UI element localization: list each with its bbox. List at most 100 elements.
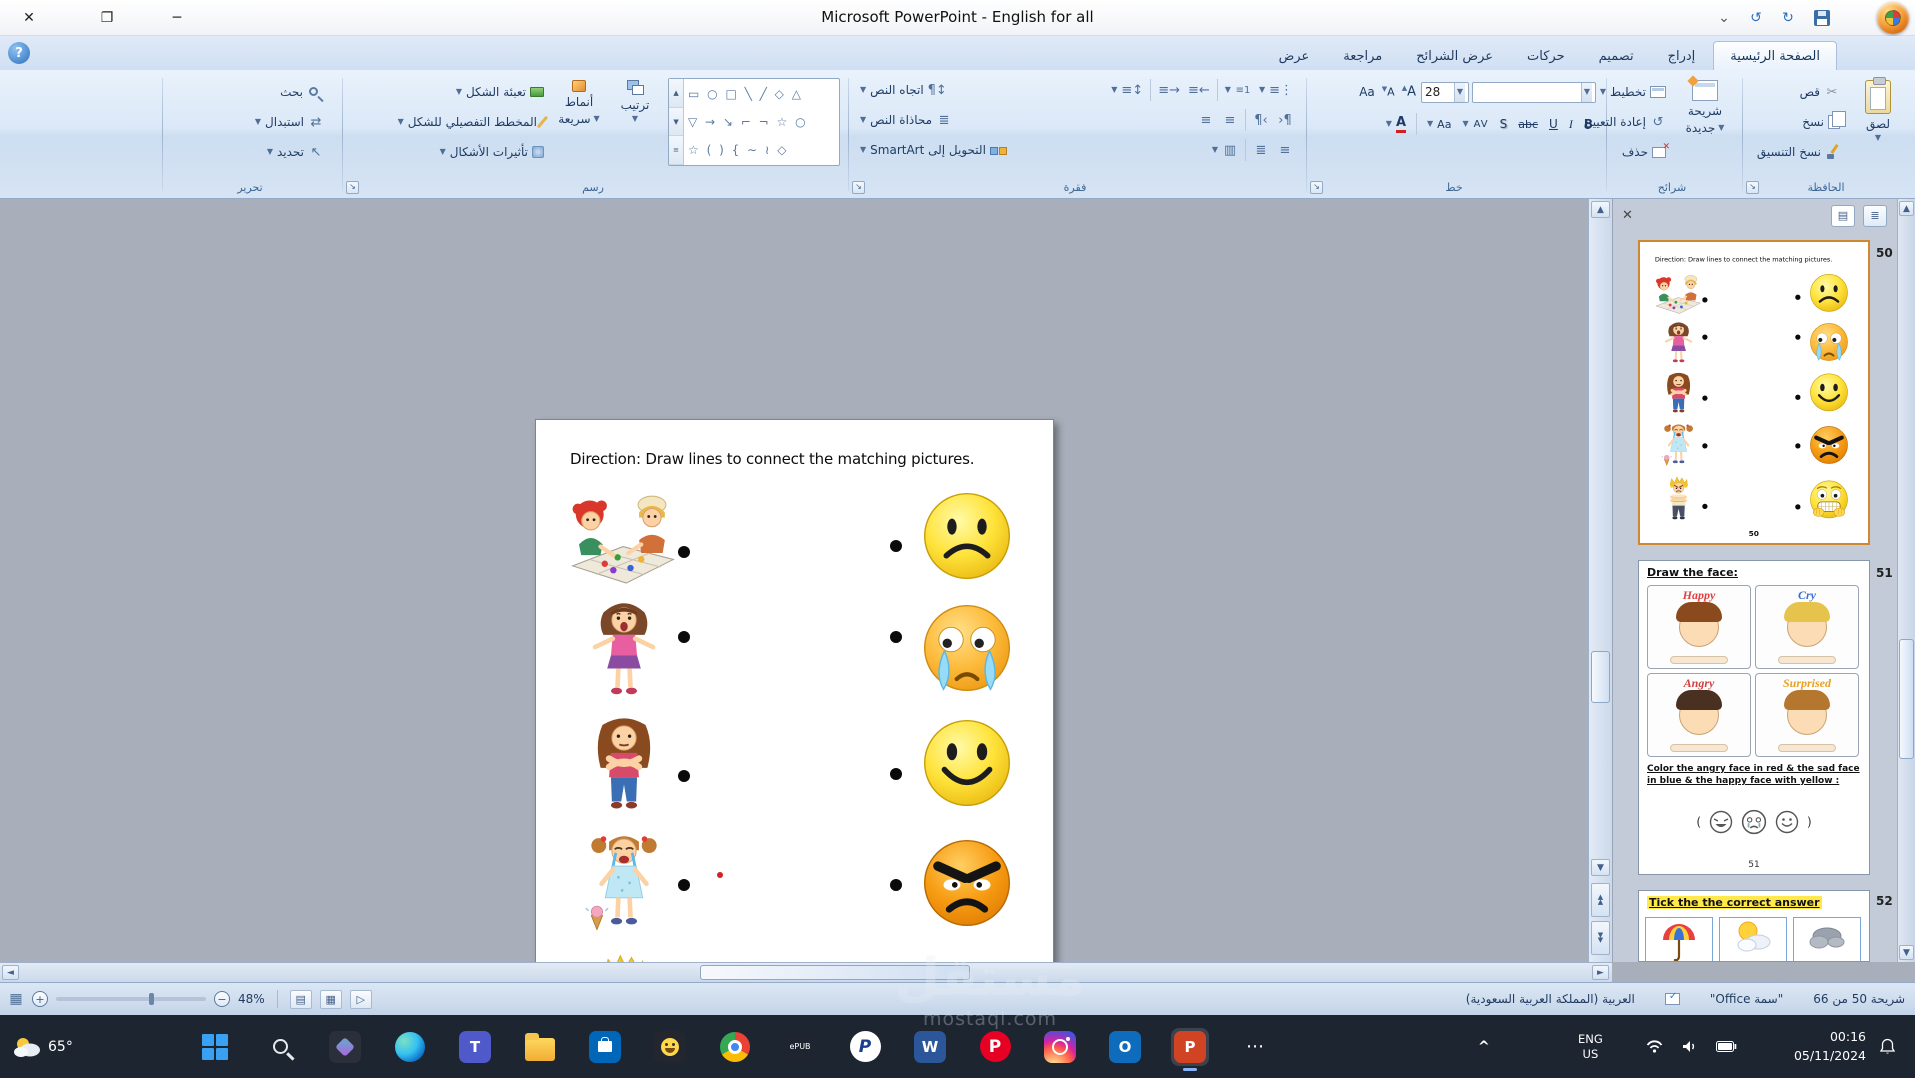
match-dot-right-3[interactable] <box>890 768 902 780</box>
tab-insert[interactable]: إدراج <box>1652 42 1712 70</box>
layout-button[interactable]: تخطيط ▼ <box>1596 80 1670 104</box>
text-direction-button[interactable]: ↕¶ اتجاه النص ▼ <box>856 78 951 102</box>
microsoft-store-icon[interactable] <box>586 1028 624 1066</box>
match-dot-right-2[interactable] <box>890 631 902 643</box>
text-shadow-button[interactable]: S <box>1497 112 1511 136</box>
tab-design[interactable]: تصميم <box>1583 42 1650 70</box>
pane-scrollbar[interactable]: ▲ ▼ <box>1897 199 1915 962</box>
redo-icon[interactable]: ↻ <box>1775 7 1801 29</box>
change-case-button[interactable]: Aa ▼ <box>1424 112 1454 136</box>
battery-icon[interactable] <box>1716 1015 1737 1078</box>
paypal-app-icon[interactable]: P <box>846 1028 884 1066</box>
match-dot-left-3[interactable] <box>678 770 690 782</box>
font-size-combo[interactable]: 28 ▼ <box>1421 81 1469 103</box>
slideshow-view-button[interactable]: ▷ <box>349 989 372 1009</box>
word-icon[interactable]: W <box>911 1028 949 1066</box>
grid-icon[interactable]: ▦ <box>8 991 24 1007</box>
thumbnail-slide-51[interactable]: Draw the face: Happy Cry Angry Surprised <box>1638 560 1870 875</box>
image-crying-face-emoji[interactable] <box>920 601 1014 695</box>
quick-access-customize-icon[interactable]: ⌄ <box>1711 7 1737 29</box>
image-angry-face-emoji[interactable] <box>920 836 1014 930</box>
spell-check-icon[interactable] <box>1664 991 1680 1005</box>
tab-slideshow[interactable]: عرض الشرائح <box>1400 42 1509 70</box>
paste-button[interactable]: لصق ▼ <box>1850 74 1906 170</box>
weather-widget[interactable]: 65° <box>12 1015 73 1078</box>
drawing-dialog-launcher[interactable]: ↘ <box>346 181 359 194</box>
clipboard-dialog-launcher[interactable]: ↘ <box>1746 181 1759 194</box>
match-dot-left-2[interactable] <box>678 631 690 643</box>
vertical-scrollbar[interactable]: ▲ ▼ ▲ ▲ ▼ ▼ <box>1588 199 1612 962</box>
taskbar-more-icon[interactable]: ⋯ <box>1236 1028 1274 1066</box>
edge-icon[interactable] <box>391 1028 429 1066</box>
tab-view[interactable]: عرض <box>1263 42 1326 70</box>
outline-tab-icon[interactable]: ≣ <box>1863 204 1887 227</box>
language-text[interactable]: العربية (المملكة العربية السعودية) <box>1466 992 1635 1006</box>
clear-formatting-button[interactable]: Aa <box>1357 80 1377 104</box>
format-painter-button[interactable]: نسخ التنسيق <box>1753 140 1844 164</box>
scroll-right-button[interactable]: ► <box>1592 965 1609 980</box>
shrink-font-button[interactable]: A▼ <box>1380 80 1397 104</box>
file-explorer-icon[interactable] <box>521 1028 559 1066</box>
image-sad-face-emoji[interactable] <box>920 489 1014 583</box>
pane-scroll-up-button[interactable]: ▲ <box>1899 201 1914 216</box>
scroll-down-button[interactable]: ▼ <box>1591 859 1610 876</box>
slide-sorter-view-button[interactable]: ▦ <box>319 989 342 1009</box>
increase-indent-button[interactable]: →≡ <box>1155 78 1183 102</box>
zoom-slider-thumb[interactable] <box>149 993 154 1005</box>
wifi-icon[interactable] <box>1646 1015 1663 1078</box>
ltr-paragraph-button[interactable]: ¶‹ <box>1274 108 1296 132</box>
columns-button[interactable]: ▥ ▼ <box>1209 138 1241 162</box>
tab-animations[interactable]: حركات <box>1511 42 1581 70</box>
decrease-indent-button[interactable]: ←≡ <box>1185 78 1213 102</box>
bullets-button[interactable]: ⋮≡ ▼ <box>1256 78 1296 102</box>
tab-review[interactable]: مراجعة <box>1327 42 1398 70</box>
zoom-in-button[interactable]: + <box>32 991 48 1007</box>
grow-font-button[interactable]: A▲ <box>1400 80 1418 104</box>
new-slide-button[interactable]: شريحة جديدة ▼ <box>1674 74 1736 170</box>
outlook-icon[interactable]: O <box>1106 1028 1144 1066</box>
zoom-out-button[interactable]: − <box>214 991 230 1007</box>
align-text-button[interactable]: ≣ محاذاة النص ▼ <box>856 108 956 132</box>
help-icon[interactable]: ? <box>8 42 30 64</box>
clock-widget[interactable]: 00:16 05/11/2024 <box>1762 1015 1866 1078</box>
image-kids-playing-board-game[interactable] <box>564 482 682 594</box>
quick-styles-button[interactable]: أنماط سريعة ▼ <box>552 74 606 170</box>
replace-button[interactable]: ⇄ استبدال ▼ <box>251 110 328 134</box>
save-icon[interactable] <box>1809 7 1835 29</box>
font-color-button[interactable]: A ▼ <box>1383 112 1409 136</box>
tray-chevron-icon[interactable]: ^ <box>1478 1015 1490 1078</box>
zoom-slider[interactable] <box>56 993 206 1005</box>
close-pane-icon[interactable]: ✕ <box>1622 208 1633 223</box>
theme-name-text[interactable]: "سمة Office" <box>1710 992 1783 1006</box>
epub-app-icon[interactable]: ePUB <box>781 1028 819 1066</box>
image-startled-girl[interactable] <box>572 592 676 704</box>
powerpoint-icon[interactable]: P <box>1171 1027 1209 1071</box>
line-spacing-button[interactable]: ↕≡ ▼ <box>1108 78 1146 102</box>
find-button[interactable]: بحث <box>276 80 328 104</box>
numbering-button[interactable]: 1≡ ▼ <box>1222 78 1254 102</box>
match-dot-right-1[interactable] <box>890 540 902 552</box>
horizontal-scrollbar[interactable]: ◄ ► <box>0 962 1612 982</box>
convert-smartart-button[interactable]: التحويل إلى SmartArt ▼ <box>856 138 1011 162</box>
copy-button[interactable]: نسخ <box>1798 110 1846 134</box>
slides-tab-icon[interactable]: ▤ <box>1831 204 1855 227</box>
normal-view-button[interactable]: ▤ <box>289 989 312 1009</box>
match-dot-left-4[interactable] <box>678 879 690 891</box>
photos-app-icon[interactable] <box>326 1028 364 1066</box>
scroll-left-button[interactable]: ◄ <box>2 965 19 980</box>
teams-icon[interactable]: T <box>456 1028 494 1066</box>
arrange-button[interactable]: ترتيب ▼ <box>608 74 662 170</box>
slide-instruction-text[interactable]: Direction: Draw lines to connect the mat… <box>570 450 975 468</box>
notifications-bell-icon[interactable] <box>1880 1015 1895 1078</box>
justify-button[interactable]: ≣ <box>1250 138 1272 162</box>
pane-scroll-down-button[interactable]: ▼ <box>1899 945 1914 960</box>
image-crossed-arms-girl[interactable] <box>572 710 676 822</box>
emoji-app-icon[interactable] <box>651 1028 689 1066</box>
scroll-up-button[interactable]: ▲ <box>1591 201 1610 218</box>
pinterest-icon[interactable]: P <box>976 1028 1014 1066</box>
next-slide-button[interactable]: ▼ ▼ <box>1591 921 1610 955</box>
shapes-gallery[interactable]: ▭ ○ □ ╲ ╱ ◇ △ ▽ → ↘ ⌐ ¬ ☆ ○ ☆ ( ) { ∼ ≀ … <box>668 78 840 166</box>
paragraph-dialog-launcher[interactable]: ↘ <box>852 181 865 194</box>
image-crying-girl[interactable] <box>572 825 676 937</box>
pane-scroll-thumb[interactable] <box>1899 639 1914 759</box>
